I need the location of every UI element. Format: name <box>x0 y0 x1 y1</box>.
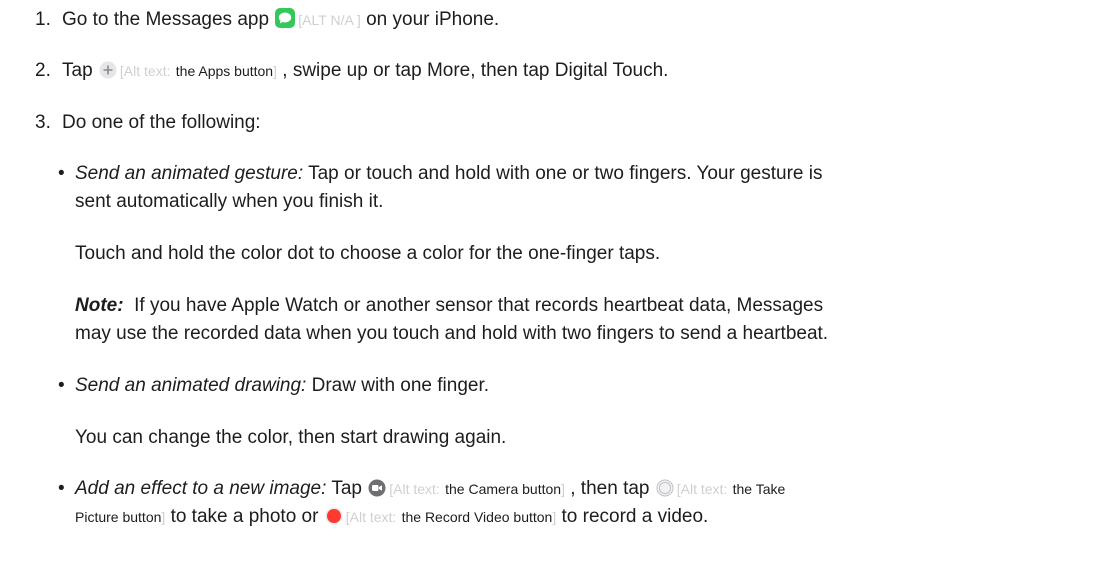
step-number: 3. <box>35 112 51 133</box>
alt-text-prefix: [Alt text: <box>345 509 397 525</box>
bullet-text: Tap or touch and hold with one or two fi… <box>308 163 823 184</box>
note-label: Note: <box>75 295 124 316</box>
step-text: Do one of the following: <box>62 112 261 133</box>
step-text: , swipe up or tap More, then tap Digital… <box>282 60 669 81</box>
paragraph-text: Touch and hold the color dot to choose a… <box>75 243 661 264</box>
step-3: 3. Do one of the following: <box>35 111 261 135</box>
record-icon <box>325 507 343 525</box>
bullet-dot: • <box>58 163 65 184</box>
note-text: If you have Apple Watch or another senso… <box>134 295 824 316</box>
alt-text-value: the Apps button <box>175 63 274 79</box>
note-line-1: Note: If you have Apple Watch or another… <box>75 294 823 318</box>
step-text: Go to the Messages app <box>62 9 270 30</box>
shutter-icon <box>656 479 674 497</box>
gesture-paragraph: Touch and hold the color dot to choose a… <box>75 242 660 266</box>
step-2: 2. Tap [Alt text: the Apps button] , swip… <box>35 59 668 83</box>
bullet-effect-cont: Picture button] to take a photo or [Alt … <box>75 505 708 529</box>
alt-text-prefix: [Alt text: <box>389 481 440 497</box>
apps-plus-icon <box>99 61 117 79</box>
bullet-text: to take a photo or <box>170 506 319 527</box>
paragraph-text: You can change the color, then start dra… <box>75 427 507 448</box>
alt-text-prefix: [Alt text: <box>119 63 171 79</box>
alt-text-value: the Camera button <box>445 481 562 497</box>
alt-text-value: Picture button <box>75 509 162 525</box>
step-number: 2. <box>35 60 51 81</box>
alt-text-close: ] <box>561 481 565 497</box>
alt-text-value: the Record Video button <box>401 509 553 525</box>
step-1: 1. Go to the Messages app [ALT N/A ] on y… <box>35 8 499 32</box>
bullet-gesture-cont: sent automatically when you finish it. <box>75 190 383 214</box>
bullet-text: Draw with one finger. <box>311 375 490 396</box>
drawing-paragraph: You can change the color, then start dra… <box>75 426 506 450</box>
step-number: 1. <box>35 9 51 30</box>
bullet-text: Tap <box>331 478 362 499</box>
step-text: on your iPhone. <box>366 9 500 30</box>
step-text: Tap <box>62 60 93 81</box>
alt-text-note: [ALT N/A ] <box>298 12 361 28</box>
bullet-label: Add an effect to a new image: <box>75 478 327 499</box>
alt-text-prefix: [Alt text: <box>676 481 728 497</box>
bullet-text: to record a video. <box>561 506 709 527</box>
bullet-text: sent automatically when you finish it. <box>75 191 384 212</box>
bullet-label: Send an animated gesture: <box>75 163 304 184</box>
bullet-drawing: • Send an animated drawing: Draw with on… <box>58 374 490 398</box>
bullet-text: , then tap <box>570 478 650 499</box>
bullet-dot: • <box>58 478 65 499</box>
alt-text-close: ] <box>273 63 277 79</box>
camera-icon <box>368 479 386 497</box>
bullet-label: Send an animated drawing: <box>75 375 307 396</box>
bullet-effect: • Add an effect to a new image: Tap [Alt… <box>58 477 786 501</box>
instructions-document: 1. Go to the Messages app [ALT N/A ] on y… <box>0 0 1116 587</box>
bullet-gesture: • Send an animated gesture: Tap or touch… <box>58 162 823 186</box>
alt-text-close: ] <box>552 509 557 525</box>
alt-text-close: ] <box>161 509 166 525</box>
alt-text-value: the Take <box>732 481 786 497</box>
messages-app-icon <box>275 8 296 28</box>
note-text: may use the recorded data when you touch… <box>75 323 829 344</box>
bullet-dot: • <box>58 375 65 396</box>
note-line-2: may use the recorded data when you touch… <box>75 322 828 346</box>
